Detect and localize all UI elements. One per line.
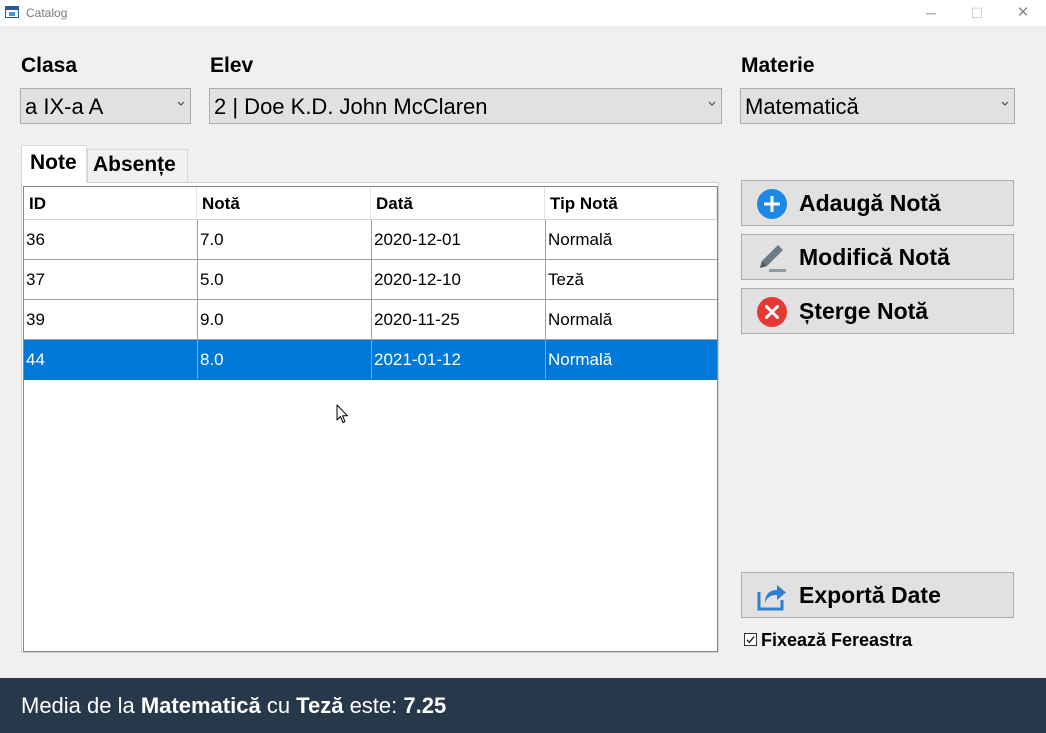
clasa-select[interactable]: a IX-a A [20,88,191,124]
table-row[interactable]: 36 7.0 2020-12-01 Normală [24,220,717,260]
plus-circle-icon [757,189,787,219]
close-button[interactable]: ✕ [1000,0,1046,26]
edit-grade-button[interactable]: Modifică Notă [741,234,1014,280]
column-header-data[interactable]: Dată [371,187,545,219]
clasa-value: a IX-a A [25,94,104,119]
status-average-value: 7.25 [403,693,447,718]
status-suffix: este: [343,693,404,718]
cell-data: 2020-12-10 [371,260,545,299]
chevron-down-icon [1001,101,1009,106]
cell-tip-nota: Normală [545,300,717,339]
column-header-tip-nota[interactable]: Tip Notă [545,187,717,219]
clasa-label: Clasa [21,54,78,77]
status-middle: cu [260,693,297,718]
cell-data: 2020-11-25 [371,300,545,339]
cell-nota: 5.0 [197,260,371,299]
mouse-cursor-icon [336,404,348,423]
cell-tip-nota: Normală [545,340,717,379]
export-data-button[interactable]: Exportă Date [741,572,1014,618]
grades-table[interactable]: ID Notă Dată Tip Notă 36 7.0 2020-12-01 … [23,186,718,652]
elev-value: 2 | Doe K.D. John McClaren [214,94,488,119]
table-row-selected[interactable]: 44 8.0 2021-01-12 Normală [24,340,717,380]
status-subject: Matematică [140,693,261,718]
x-circle-icon [757,297,787,327]
pencil-icon [760,245,786,272]
pin-window-label: Fixează Fereastra [761,630,913,650]
table-row[interactable]: 39 9.0 2020-11-25 Normală [24,300,717,340]
status-bar: Media de la Matematică cu Teză este: 7.2… [0,678,1046,733]
cell-tip-nota: Teză [545,260,717,299]
status-type: Teză [296,693,344,718]
elev-label: Elev [210,54,254,77]
cell-nota: 9.0 [197,300,371,339]
cell-id: 39 [26,310,45,329]
cell-nota: 8.0 [197,340,371,379]
column-header-id[interactable]: ID [24,187,197,219]
export-data-label: Exportă Date [799,582,941,608]
average-status-text: Media de la Matematică cu Teză este: 7.2… [21,693,446,719]
delete-grade-label: Șterge Notă [799,298,929,324]
column-header-nota[interactable]: Notă [197,187,371,219]
cell-nota: 7.0 [197,220,371,259]
chevron-down-icon [708,101,716,106]
cell-id: 36 [26,230,45,249]
cell-id: 37 [26,270,45,289]
delete-grade-button[interactable]: Șterge Notă [741,288,1014,334]
title-bar: Catalog ─ ☐ ✕ [0,0,1046,26]
share-icon [757,585,786,611]
chevron-down-icon [177,101,185,106]
add-grade-label: Adaugă Notă [799,190,941,216]
app-icon [5,6,19,18]
elev-select[interactable]: 2 | Doe K.D. John McClaren [209,88,722,124]
cell-id: 44 [26,350,45,369]
materie-label: Materie [741,54,815,77]
cell-tip-nota: Normală [545,220,717,259]
edit-grade-label: Modifică Notă [799,244,950,270]
checkbox-checked-icon[interactable] [744,633,757,646]
table-header: ID Notă Dată Tip Notă [24,187,717,220]
window-title: Catalog [26,6,68,20]
cell-data: 2021-01-12 [371,340,545,379]
tab-panel-note: ID Notă Dată Tip Notă 36 7.0 2020-12-01 … [21,182,719,653]
add-grade-button[interactable]: Adaugă Notă [741,180,1014,226]
cell-data: 2020-12-01 [371,220,545,259]
materie-value: Matematică [745,94,859,119]
tab-absente[interactable]: Absențe [87,149,188,183]
minimize-button[interactable]: ─ [908,0,954,26]
status-prefix: Media de la [21,693,141,718]
tab-note[interactable]: Note [21,145,87,183]
maximize-button[interactable]: ☐ [954,0,1000,26]
table-row[interactable]: 37 5.0 2020-12-10 Teză [24,260,717,300]
materie-select[interactable]: Matematică [740,88,1015,124]
